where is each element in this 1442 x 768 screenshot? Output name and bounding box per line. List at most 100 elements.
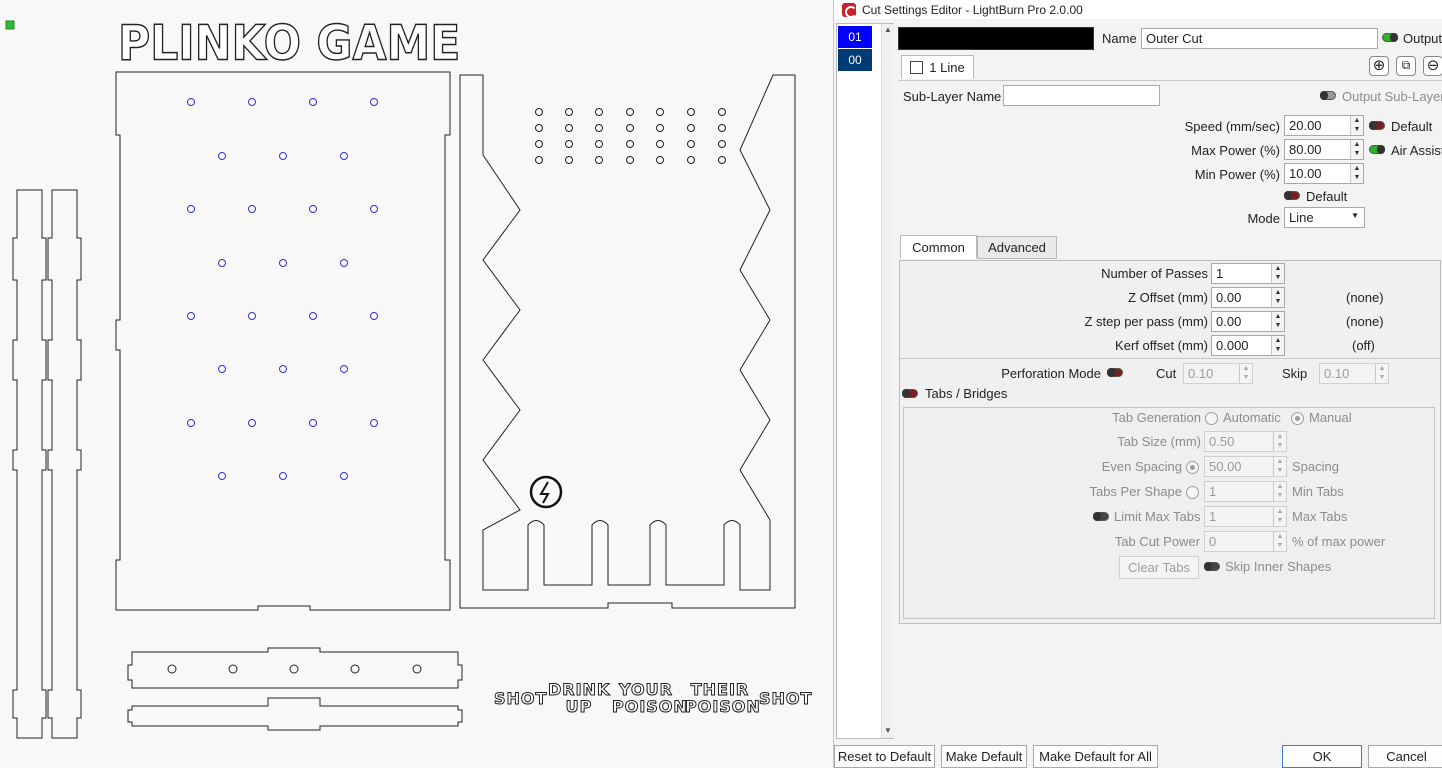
tabs-per-shape-input[interactable]: 1 ▲ ▼ [1204,481,1287,502]
peg-hole [279,259,287,267]
bottom-bar-1 [127,647,463,689]
plinko-title-art: PLINKO GAME [117,15,461,72]
ok-button[interactable]: OK [1282,745,1362,768]
limit-max-tabs-input[interactable]: 1 ▲ ▼ [1204,506,1287,527]
tab-size-input[interactable]: 0.50 ▲ ▼ [1204,431,1287,452]
cut-input[interactable]: 0.10 ▲ ▼ [1183,363,1253,384]
kerf-label: Kerf offset (mm) [1115,338,1208,353]
peg-hole [248,312,256,320]
make-default-button[interactable]: Make Default [941,745,1027,768]
name-input[interactable]: Outer Cut [1141,28,1378,49]
peg-hole [656,156,664,164]
peg-hole [718,140,726,148]
peg-hole [370,312,378,320]
sublayer-tab-label: 1 Line [929,59,965,75]
word-art-shot-2: SHOT [759,689,813,708]
skip-inner-toggle[interactable] [1204,562,1220,571]
automatic-radio[interactable] [1205,412,1218,425]
window-title: Cut Settings Editor - LightBurn Pro 2.0.… [862,2,1083,17]
passes-input[interactable]: 1 ▲ ▼ [1211,263,1285,284]
peg-hole [718,108,726,116]
even-spacing-input[interactable]: 50.00 ▲ ▼ [1204,456,1287,477]
output-toggle[interactable] [1382,33,1398,42]
speed-input[interactable]: 20.00 ▲ ▼ [1284,115,1364,136]
peg-hole [289,664,299,674]
peg-hole [656,124,664,132]
peg-hole [309,98,317,106]
word-art-your-poison: YOUR POISON [612,680,688,716]
peg-hole [595,140,603,148]
pct-max-power-label: % of max power [1292,534,1386,549]
peg-hole [187,98,195,106]
peg-hole [535,140,543,148]
peg-hole [687,140,695,148]
peg-hole [279,365,287,373]
peg-hole [218,259,226,267]
manual-radio[interactable] [1291,412,1304,425]
peg-hole [187,312,195,320]
make-default-for-all-button[interactable]: Make Default for All [1033,745,1158,768]
min-power-input[interactable]: 10.00 ▲ ▼ [1284,163,1364,184]
layer-item-01[interactable]: 01 [838,26,872,48]
cancel-button[interactable]: Cancel [1368,745,1442,768]
peg-hole [167,664,177,674]
output-sublayer-toggle[interactable] [1320,91,1336,100]
peg-hole [340,472,348,480]
skip-input[interactable]: 0.10 ▲ ▼ [1319,363,1389,384]
z-step-label: Z step per pass (mm) [1084,314,1208,329]
tab-cut-power-input[interactable]: 0 ▲ ▼ [1204,531,1287,552]
chevron-down-icon: ▼ [1351,211,1359,220]
layer-item-00[interactable]: 00 [838,49,872,71]
peg-hole [565,108,573,116]
tabs-per-shape-radio[interactable] [1186,486,1199,499]
clear-tabs-button[interactable]: Clear Tabs [1119,556,1199,579]
limit-max-tabs-toggle[interactable] [1093,512,1109,521]
title-bar: Cut Settings Editor - LightBurn Pro 2.0.… [834,0,1442,19]
even-spacing-radio[interactable] [1186,461,1199,474]
perforation-label: Perforation Mode [1001,366,1101,381]
peg-hole [218,365,226,373]
peg-hole [279,472,287,480]
min-power-label: Min Power (%) [1194,167,1280,182]
tab-common[interactable]: Common [900,235,977,259]
max-power-input[interactable]: 80.00 ▲ ▼ [1284,139,1364,160]
peg-hole [565,140,573,148]
mode-select[interactable]: Line ▼ [1284,207,1365,228]
tabs-bridges-toggle[interactable] [902,389,918,398]
output-sublayer-label: Output Sub-Layer [1342,89,1442,104]
air-assist-toggle[interactable] [1369,145,1385,154]
peg-hole [656,140,664,148]
remove-sublayer-icon[interactable]: ⊖ [1423,56,1442,76]
z-offset-label: Z Offset (mm) [1128,290,1208,305]
max-power-label: Max Power (%) [1191,143,1280,158]
scroll-up-icon[interactable]: ▲ [884,25,892,34]
sublayer-name-input[interactable] [1003,85,1160,106]
tab-cut-power-label: Tab Cut Power [1114,534,1200,549]
copy-sublayer-icon[interactable]: ⧉ [1396,56,1416,76]
layer-list[interactable]: 01 00 ▲ ▼ [836,23,894,739]
layer-color-swatch[interactable] [898,27,1094,50]
kerf-input[interactable]: 0.000 ▲ ▼ [1211,335,1285,356]
power-default-toggle[interactable] [1284,191,1300,200]
peg-hole [350,664,360,674]
sublayer-checkbox[interactable] [910,60,924,74]
tab-sublayer-1[interactable]: 1 Line [901,55,974,79]
speed-default-toggle[interactable] [1369,121,1385,130]
peg-hole [279,152,287,160]
left-rail-2 [47,189,82,739]
design-canvas[interactable]: PLINKO GAME SHOT DRINK UP YOUR POISON THEI… [0,0,833,768]
z-step-input[interactable]: 0.00 ▲ ▼ [1211,311,1285,332]
z-offset-input[interactable]: 0.00 ▲ ▼ [1211,287,1285,308]
peg-holes [167,98,726,674]
scroll-down-icon[interactable]: ▼ [884,726,892,735]
peg-hole [687,108,695,116]
perforation-toggle[interactable] [1107,368,1123,377]
bottom-bar-2 [127,697,463,731]
tab-advanced[interactable]: Advanced [977,236,1057,259]
layer-list-scrollbar[interactable]: ▲ ▼ [881,24,894,738]
tab-generation-label: Tab Generation [1112,410,1201,425]
max-tabs-label: Max Tabs [1292,509,1348,524]
peg-hole [626,156,634,164]
add-sublayer-icon[interactable]: ⊕ [1369,56,1389,76]
reset-to-default-button[interactable]: Reset to Default [834,745,935,768]
